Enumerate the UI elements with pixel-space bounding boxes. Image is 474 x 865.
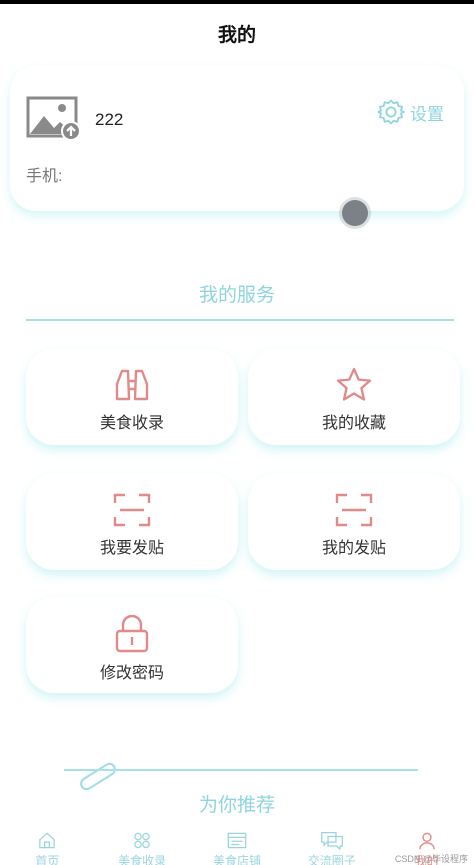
username: 222 — [95, 110, 124, 129]
service-my-posts[interactable]: 我的发贴 — [248, 474, 460, 570]
gear-icon — [377, 99, 405, 125]
service-label: 美食收录 — [99, 415, 164, 432]
decorative-capsule — [77, 760, 119, 793]
recommend-title: 为你推荐 — [198, 795, 275, 816]
scan-frame-icon — [113, 493, 151, 527]
tab-food-stores[interactable]: 美食店铺 — [190, 826, 284, 865]
scan-frame-icon — [335, 493, 373, 527]
tab-community[interactable]: 交流圈子 — [285, 826, 379, 865]
binoculars-icon — [115, 369, 149, 401]
tab-label: 首页 — [35, 854, 60, 865]
service-label: 我的收藏 — [321, 415, 386, 432]
service-food-collection[interactable]: 美食收录 — [26, 349, 238, 445]
service-label: 修改密码 — [99, 665, 164, 682]
recommend-divider — [64, 769, 418, 771]
star-icon — [336, 367, 372, 401]
service-label: 我的发贴 — [321, 540, 386, 557]
settings-label: 设置 — [410, 104, 444, 124]
tab-label: 交流圈子 — [307, 854, 356, 865]
phone-label: 手机: — [26, 168, 63, 185]
services-divider — [26, 319, 454, 321]
page-title: 我的 — [217, 25, 256, 46]
service-change-password[interactable]: 修改密码 — [26, 597, 238, 693]
user-icon — [418, 832, 435, 850]
floating-assist-button[interactable] — [342, 200, 368, 226]
profile-card: 222 设置 手机: — [10, 66, 464, 211]
tab-label: 美食收录 — [118, 854, 167, 865]
services-title: 我的服务 — [198, 285, 275, 306]
lock-icon — [115, 615, 149, 653]
tab-food-collection[interactable]: 美食收录 — [95, 826, 189, 865]
grid-icon — [134, 832, 150, 849]
store-icon — [227, 832, 247, 849]
service-create-post[interactable]: 我要发贴 — [26, 474, 238, 570]
watermark: CSDN @毕设程序 — [394, 854, 468, 864]
home-icon — [39, 832, 56, 849]
service-label: 我要发贴 — [99, 540, 164, 557]
avatar-placeholder-icon[interactable] — [26, 96, 82, 142]
service-my-favorites[interactable]: 我的收藏 — [248, 349, 460, 445]
tab-home[interactable]: 首页 — [0, 826, 94, 865]
chat-icon — [320, 831, 343, 850]
tab-label: 美食店铺 — [212, 854, 261, 865]
settings-button[interactable]: 设置 — [377, 98, 444, 126]
